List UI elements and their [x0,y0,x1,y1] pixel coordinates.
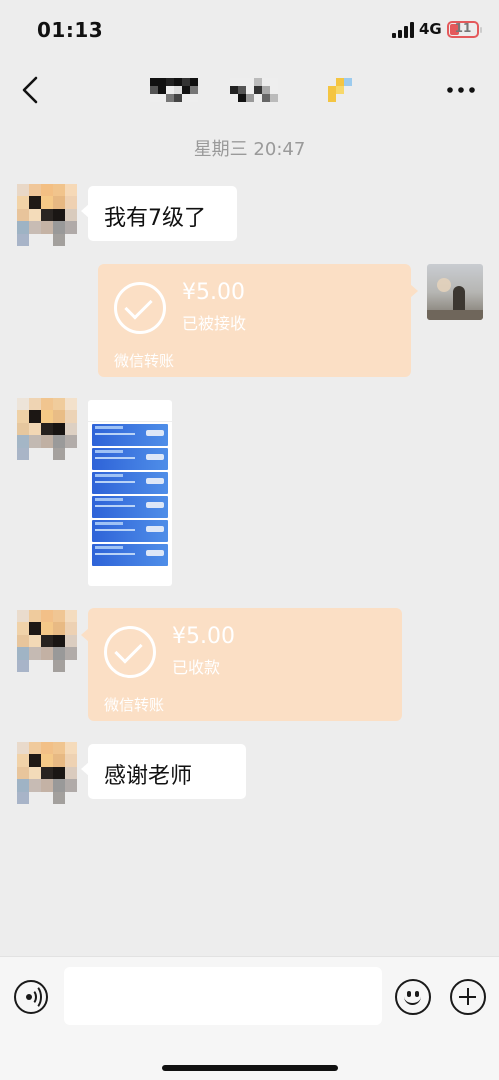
transfer-label: 微信转账 [104,696,165,714]
message-input[interactable] [64,967,382,1025]
input-bar [0,956,499,1080]
message-text: 我有7级了 [104,206,206,231]
transfer-card-incoming[interactable]: ¥5.00 已收款 微信转账 [81,608,402,721]
contact-name-obscured [150,78,198,102]
voice-button[interactable] [14,980,48,1014]
contact-avatar[interactable] [17,742,77,804]
signal-icon [392,22,414,38]
image-message[interactable] [88,400,172,586]
message-bubble[interactable]: 感谢老师 [81,744,246,799]
chevron-left-icon [22,76,38,104]
my-avatar[interactable] [427,264,483,320]
contact-name-obscured-2 [230,78,278,102]
message-bubble[interactable]: 我有7级了 [81,186,237,241]
plus-button[interactable] [450,979,486,1015]
time-divider: 星期三 20:47 [193,139,306,160]
contact-emoji-obscured [328,78,352,102]
transfer-label: 微信转账 [114,352,175,370]
battery-icon: 11 [447,21,482,38]
check-circle-icon [104,626,156,678]
contact-avatar[interactable] [17,610,77,672]
network-type: 4G [419,20,442,38]
transfer-status: 已被接收 [182,314,247,333]
ellipsis-icon [447,87,475,93]
battery-level: 11 [454,21,472,35]
home-indicator[interactable] [162,1065,338,1071]
contact-avatar[interactable] [17,398,77,460]
check-circle-icon [114,282,166,334]
message-text: 感谢老师 [104,764,193,789]
transfer-status: 已收款 [172,658,221,677]
chat-header [0,60,499,120]
screenshot-thumbnail [88,400,172,410]
transfer-amount: ¥5.00 [172,624,235,649]
contact-avatar[interactable] [17,184,77,246]
more-button[interactable] [445,78,477,102]
transfer-card-outgoing[interactable]: ¥5.00 已被接收 微信转账 [98,264,418,377]
back-button[interactable] [18,72,48,108]
emoji-button[interactable] [395,979,431,1015]
status-bar: 01:13 4G 11 [0,0,499,60]
status-time: 01:13 [37,18,104,42]
transfer-amount: ¥5.00 [182,280,245,305]
